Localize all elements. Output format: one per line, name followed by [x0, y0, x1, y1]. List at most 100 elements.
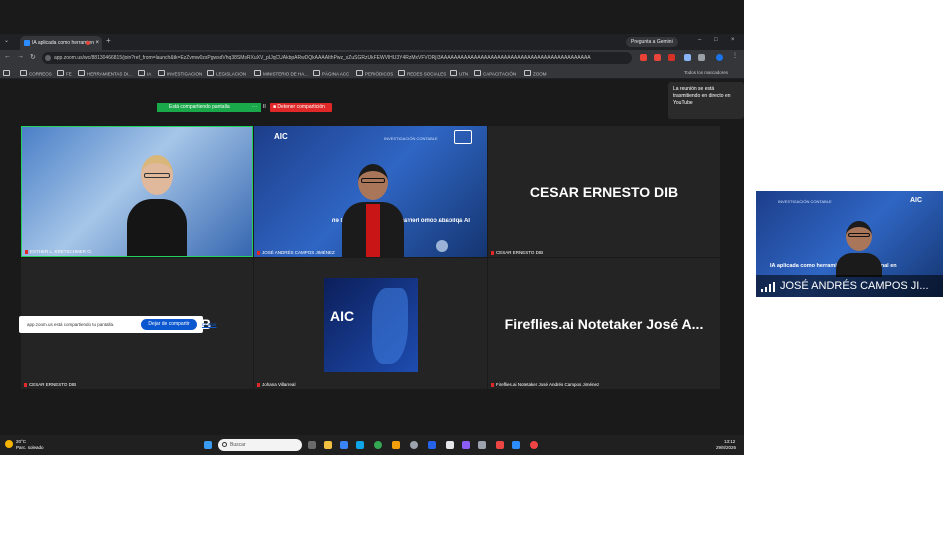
aic-logo-image: AIC: [324, 278, 418, 372]
tab-title: IA aplicada como herramien: [32, 40, 94, 46]
weather-text: Parc. soleado: [16, 445, 44, 450]
weather-temp: 20°C: [16, 439, 27, 444]
map-shape: [372, 288, 408, 364]
reload-icon[interactable]: ↻: [30, 53, 36, 61]
all-bookmarks[interactable]: Todos los marcadores: [684, 70, 728, 75]
minimize-icon[interactable]: –: [698, 37, 701, 43]
bookmark-folder[interactable]: HERRAMIENTAS DI...: [78, 70, 132, 77]
participant-name: Fireflies.ai Notetaker José Andrés Campo…: [491, 382, 599, 387]
taskbar-search[interactable]: Buscar: [218, 439, 302, 451]
search-placeholder: Buscar: [230, 442, 246, 448]
site-info-icon[interactable]: [45, 55, 51, 61]
stop-sharing-button[interactable]: Dejar de compartir: [141, 319, 197, 330]
app-icon[interactable]: [478, 441, 486, 449]
chrome-icon[interactable]: [374, 441, 382, 449]
extensions-puzzle-icon[interactable]: [698, 54, 705, 61]
close-window-icon[interactable]: ×: [731, 37, 735, 43]
bookmark-folder[interactable]: REDES SOCIALES: [398, 70, 446, 77]
extension-icon[interactable]: [684, 54, 691, 61]
forward-icon[interactable]: →: [17, 53, 24, 60]
app-icon[interactable]: [530, 441, 538, 449]
bookmark-folder[interactable]: UTN: [450, 70, 468, 77]
app-icon[interactable]: [496, 441, 504, 449]
bookmark-folder[interactable]: LEGISLACION: [207, 70, 246, 77]
participant-video: [836, 221, 882, 277]
mail-icon[interactable]: [340, 441, 348, 449]
video-tile-fireflies[interactable]: Fireflies.ai Notetaker José A... Firefli…: [488, 258, 720, 389]
speaker-name-bar: JOSÉ ANDRÉS CAMPOS JI...: [756, 275, 943, 297]
bookmark-folder[interactable]: FE: [57, 70, 72, 77]
more-options-icon[interactable]: ···: [252, 103, 257, 112]
participant-display-name: CESAR ERNESTO DIB: [529, 184, 679, 200]
bookmark-folder[interactable]: IA: [138, 70, 151, 77]
participant-name: CESAR ERNESTO DIB: [24, 382, 76, 387]
extension-icon[interactable]: [668, 54, 675, 61]
apps-icon[interactable]: [3, 70, 12, 77]
participant-name: ESTHER L. KRETSCHMER O.: [25, 249, 92, 254]
menu-icon[interactable]: ⋮: [732, 52, 739, 59]
pause-share-icon[interactable]: II: [263, 103, 266, 112]
clock-date: 29/8/2026: [716, 445, 737, 450]
bookmarks-bar: CORREOS FE HERRAMIENTAS DI... IA INVESTI…: [0, 66, 744, 79]
url-text: app.zoom.us/wc/88130466815/join?ref_from…: [54, 55, 591, 61]
back-icon[interactable]: ←: [4, 53, 11, 60]
file-explorer-icon[interactable]: [324, 441, 332, 449]
maximize-icon[interactable]: □: [714, 37, 718, 43]
youtube-live-tooltip: La reunión se está trasmitiendo en direc…: [668, 82, 744, 119]
browser-tab-active[interactable]: IA aplicada como herramien ×: [20, 36, 102, 50]
address-bar[interactable]: app.zoom.us/wc/88130466815/join?ref_from…: [42, 52, 632, 64]
app-icon[interactable]: [392, 441, 400, 449]
search-icon: [222, 442, 227, 447]
stop-share-button[interactable]: ■ Detener compartición: [270, 103, 332, 112]
aic-logo: AIC: [330, 308, 355, 324]
sharing-status-bar[interactable]: Está compartiendo pantalla ···: [157, 103, 261, 112]
new-tab-button[interactable]: +: [106, 36, 111, 45]
app-icon[interactable]: [410, 441, 418, 449]
participant-name: JOSÉ ANDRÉS CAMPOS JIMÉNEZ: [257, 250, 335, 255]
weather-icon[interactable]: [5, 440, 13, 448]
edge-icon[interactable]: [356, 441, 364, 449]
bookmark-folder[interactable]: ZOOM: [524, 70, 547, 77]
bookmark-folder[interactable]: PÁGINA ACC: [313, 70, 349, 77]
bookmark-folder[interactable]: INVESTIGACION: [158, 70, 202, 77]
profile-avatar[interactable]: [716, 54, 723, 61]
bookmark-folder[interactable]: CORREOS: [20, 70, 52, 77]
video-tile-esther[interactable]: ESTHER L. KRETSCHMER O.: [21, 126, 253, 257]
bookmark-folder[interactable]: CAPACITACIÓN: [474, 70, 516, 77]
recording-indicator-icon: [86, 41, 90, 45]
windows-taskbar: 20°C Parc. soleado Buscar 13:12 29/8/202…: [0, 435, 744, 455]
gemini-button[interactable]: Pregunta a Gemini: [626, 37, 678, 47]
tab-close-icon[interactable]: ×: [95, 36, 99, 50]
screen-share-notice: app.zoom.us está compartiendo tu pantall…: [19, 316, 217, 333]
brain-gear-icon: [454, 130, 472, 144]
stop-share-label: Detener compartición: [277, 104, 325, 110]
app-icon[interactable]: [446, 441, 454, 449]
zoom-meeting-area: Está compartiendo pantalla ··· II ■ Dete…: [0, 80, 744, 435]
participant-video: [342, 164, 404, 257]
participant-name: Johana Villarreal: [257, 382, 295, 387]
slide-header: INVESTIGACIÓN CONTABLE: [384, 136, 438, 141]
zoom-icon[interactable]: [512, 441, 520, 449]
extension-icon[interactable]: [640, 54, 647, 61]
floating-speaker-view[interactable]: INVESTIGACIÓN CONTABLE AIC IA aplicada c…: [756, 191, 943, 297]
signal-strength-icon: [761, 282, 775, 292]
slide-header: INVESTIGACIÓN CONTABLE: [778, 199, 832, 204]
video-tile-johana[interactable]: AIC Johana Villarreal: [254, 258, 487, 389]
bookmark-folder[interactable]: PERIÓDICOS: [356, 70, 393, 77]
video-tile-cesar[interactable]: CESAR ERNESTO DIB CESAR ERNESTO DIB: [488, 126, 720, 257]
tab-search-icon[interactable]: ⌄: [4, 37, 9, 44]
notice-text: app.zoom.us está compartiendo tu pantall…: [27, 322, 115, 327]
video-tile-jose[interactable]: AIC INVESTIGACIÓN CONTABLE IA aplicada c…: [254, 126, 487, 257]
hide-notice-link[interactable]: Ocultar: [202, 322, 217, 327]
app-icon[interactable]: [462, 441, 470, 449]
sharing-label: Está compartiendo pantalla: [169, 104, 230, 110]
extension-icon[interactable]: [654, 54, 661, 61]
zoom-favicon-icon: [24, 40, 30, 46]
vscode-icon[interactable]: [428, 441, 436, 449]
windows-start-icon[interactable]: [204, 441, 212, 449]
participant-name: CESAR ERNESTO DIB: [491, 250, 543, 255]
desktop-screen: ⌄ IA aplicada como herramien × + Pregunt…: [0, 0, 744, 455]
task-view-icon[interactable]: [308, 441, 316, 449]
bookmark-folder[interactable]: MINISTERIO DE HA...: [254, 70, 308, 77]
clock-time: 13:12: [724, 439, 736, 444]
